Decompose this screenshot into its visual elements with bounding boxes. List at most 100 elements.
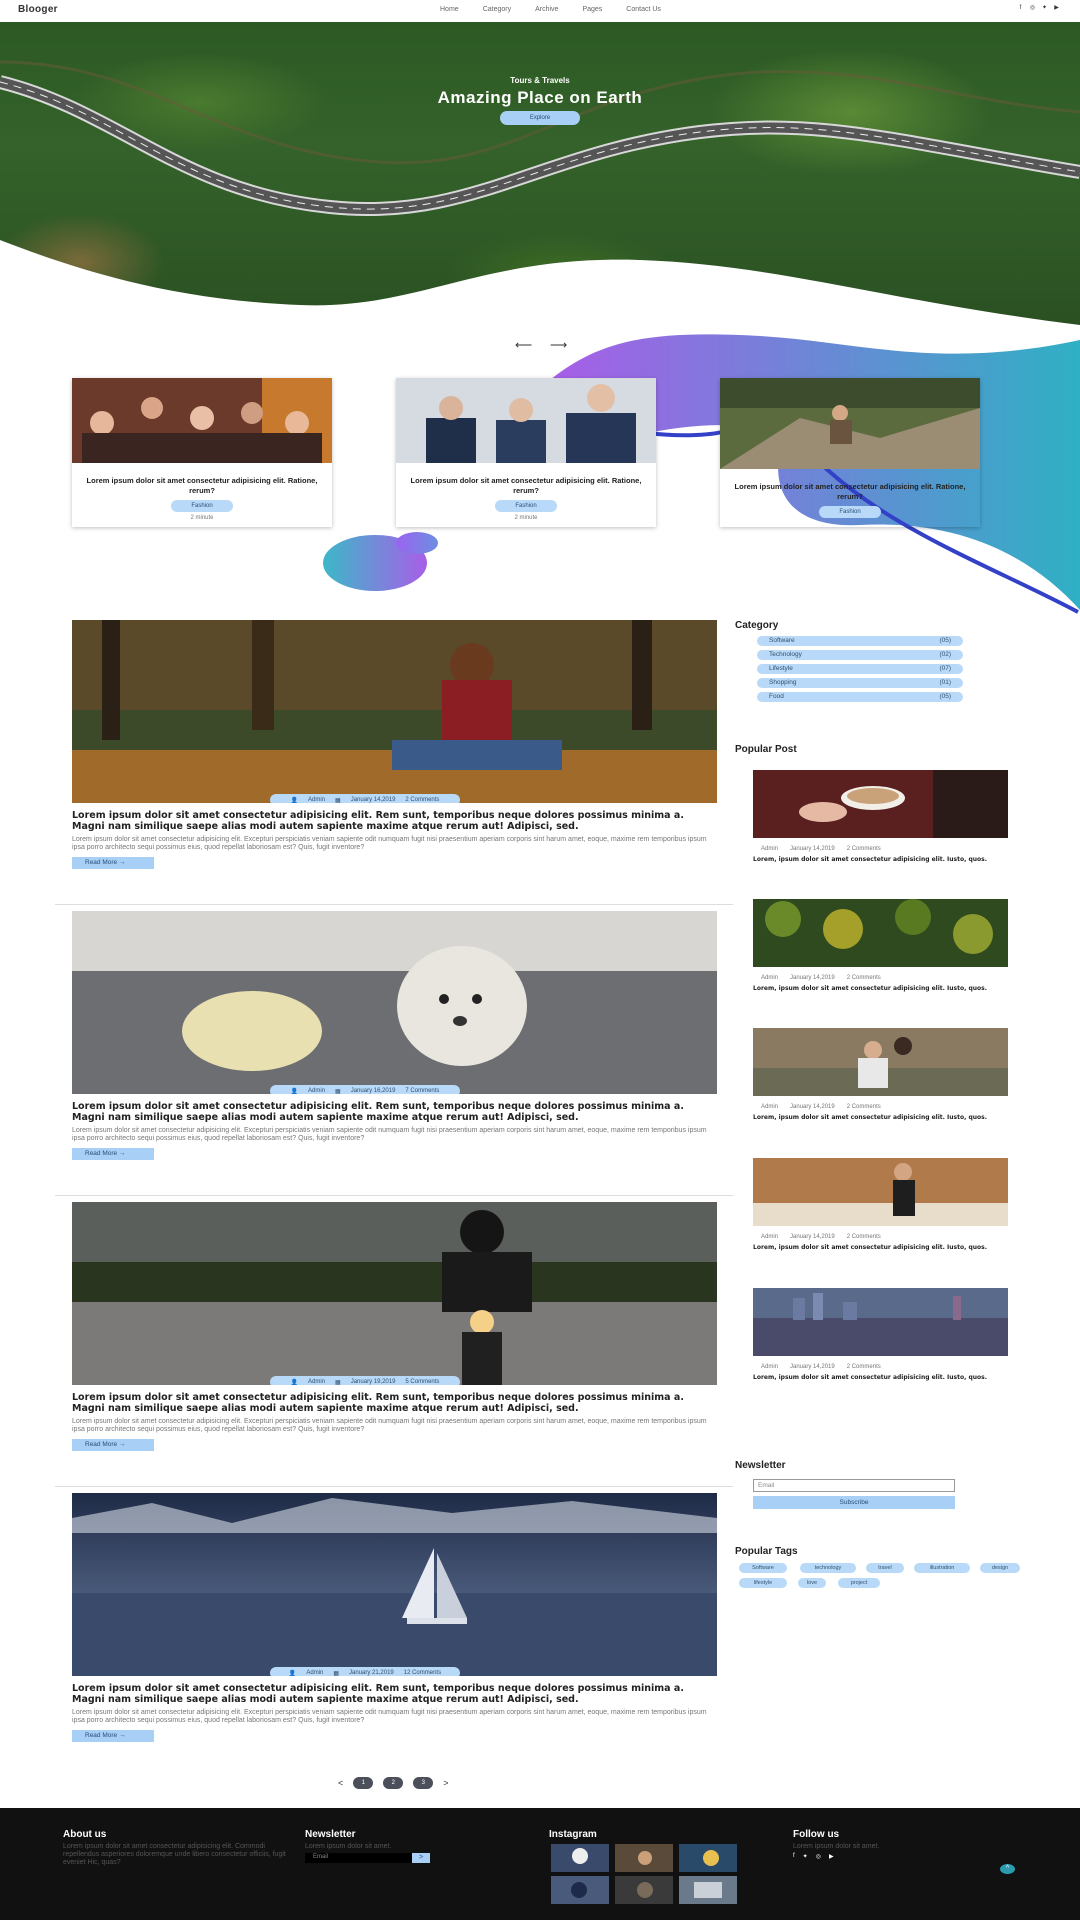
newsletter-heading: Newsletter bbox=[735, 1460, 786, 1471]
twitter-icon[interactable]: ✦ bbox=[803, 1853, 808, 1860]
read-more-button[interactable]: Read More → bbox=[72, 1730, 154, 1742]
featured-title[interactable]: Lorem ipsum dolor sit amet consectetur a… bbox=[396, 468, 656, 498]
tag-lifestyle[interactable]: lifestyle bbox=[739, 1578, 787, 1588]
featured-tag[interactable]: Fashion bbox=[495, 500, 557, 512]
pagination-page-1[interactable]: 1 bbox=[353, 1777, 374, 1789]
popular-post-title[interactable]: Lorem, ipsum dolor sit amet consectetur … bbox=[753, 985, 1008, 992]
tag-software[interactable]: Software bbox=[739, 1563, 787, 1573]
post-comments[interactable]: 7 Comments bbox=[405, 1088, 439, 1094]
tag-love[interactable]: love bbox=[798, 1578, 826, 1588]
post-excerpt: Lorem ipsum dolor sit amet consectetur a… bbox=[72, 1709, 707, 1724]
popular-author: Admin bbox=[761, 1364, 779, 1370]
instagram-thumb[interactable] bbox=[551, 1876, 609, 1904]
arrow-right-icon: → bbox=[118, 859, 126, 866]
facebook-icon[interactable]: f bbox=[793, 1853, 795, 1860]
post-title[interactable]: Lorem ipsum dolor sit amet consectetur a… bbox=[72, 810, 717, 832]
read-more-button[interactable]: Read More → bbox=[72, 1148, 154, 1160]
newsletter-email-input[interactable]: Email bbox=[753, 1479, 955, 1492]
menu-item-home[interactable]: Home bbox=[440, 6, 459, 13]
instagram-thumb[interactable] bbox=[679, 1844, 737, 1872]
post-author[interactable]: Admin bbox=[306, 1670, 323, 1676]
twitter-icon[interactable]: ✦ bbox=[1041, 5, 1048, 12]
instagram-icon[interactable]: ◎ bbox=[816, 1853, 821, 1860]
featured-tag[interactable]: Fashion bbox=[171, 500, 233, 512]
tag-design[interactable]: design bbox=[980, 1563, 1020, 1573]
category-item-food[interactable]: Food (05) bbox=[757, 692, 963, 702]
post-title[interactable]: Lorem ipsum dolor sit amet consectetur a… bbox=[72, 1683, 717, 1705]
category-name: Technology bbox=[769, 651, 802, 658]
category-heading: Category bbox=[735, 620, 779, 631]
post-comments[interactable]: 2 Comments bbox=[405, 797, 439, 803]
popular-post-title[interactable]: Lorem, ipsum dolor sit amet consectetur … bbox=[753, 856, 1008, 863]
popular-post-item[interactable]: Admin January 14,2019 2 Comments Lorem, ip… bbox=[753, 1288, 1008, 1381]
popular-date: January 14,2019 bbox=[790, 1234, 835, 1240]
popular-comments: 2 Comments bbox=[846, 1364, 881, 1370]
post-author[interactable]: Admin bbox=[308, 1379, 325, 1385]
popular-post-item[interactable]: Admin January 14,2019 2 Comments Lorem, ip… bbox=[753, 1028, 1008, 1121]
featured-card[interactable]: Lorem ipsum dolor sit amet consectetur a… bbox=[720, 378, 980, 527]
popular-post-title[interactable]: Lorem, ipsum dolor sit amet consectetur … bbox=[753, 1244, 1008, 1251]
tag-technology[interactable]: technology bbox=[800, 1563, 856, 1573]
featured-title[interactable]: Lorem ipsum dolor sit amet consectetur a… bbox=[720, 474, 980, 504]
category-count: (05) bbox=[939, 693, 951, 700]
post-title[interactable]: Lorem ipsum dolor sit amet consectetur a… bbox=[72, 1392, 717, 1414]
menu-item-category[interactable]: Category bbox=[483, 6, 511, 13]
post-comments[interactable]: 5 Comments bbox=[405, 1379, 439, 1385]
post-author[interactable]: Admin bbox=[308, 1088, 325, 1094]
popular-post-title[interactable]: Lorem, ipsum dolor sit amet consectetur … bbox=[753, 1374, 1008, 1381]
subscribe-button[interactable]: Subscribe bbox=[753, 1496, 955, 1509]
facebook-icon[interactable]: f bbox=[1017, 5, 1024, 12]
youtube-icon[interactable]: ▶ bbox=[829, 1853, 834, 1860]
carousel-prev-arrow[interactable]: ⟵ bbox=[515, 338, 532, 352]
popular-author: Admin bbox=[761, 1104, 779, 1110]
tag-illustration[interactable]: illustration bbox=[914, 1563, 970, 1573]
featured-card[interactable]: Lorem ipsum dolor sit amet consectetur a… bbox=[396, 378, 656, 527]
calendar-icon: ▦ bbox=[333, 1670, 340, 1677]
instagram-thumb[interactable] bbox=[615, 1844, 673, 1872]
menu-item-pages[interactable]: Pages bbox=[582, 6, 602, 13]
menu-item-contact[interactable]: Contact Us bbox=[626, 6, 661, 13]
post-author[interactable]: Admin bbox=[308, 797, 325, 803]
pagination-page-3[interactable]: 3 bbox=[413, 1777, 434, 1789]
featured-tag[interactable]: Fashion bbox=[819, 506, 881, 518]
menu-item-archive[interactable]: Archive bbox=[535, 6, 558, 13]
popular-post-item[interactable]: Admin January 14,2019 2 Comments Lorem, ip… bbox=[753, 899, 1008, 992]
popular-post-item[interactable]: Admin January 14,2019 2 Comments Lorem, ip… bbox=[753, 1158, 1008, 1251]
youtube-icon[interactable]: ▶ bbox=[1053, 5, 1060, 12]
instagram-thumb[interactable] bbox=[551, 1844, 609, 1872]
popular-post-title[interactable]: Lorem, ipsum dolor sit amet consectetur … bbox=[753, 1114, 1008, 1121]
post-image[interactable]: 👤 Admin ▦ January 14,2019 2 Comments bbox=[72, 620, 717, 803]
pagination-prev[interactable]: < bbox=[338, 1778, 343, 1788]
pagination-next[interactable]: > bbox=[443, 1778, 448, 1788]
site-logo[interactable]: Blooger bbox=[18, 4, 58, 15]
post-comments[interactable]: 12 Comments bbox=[404, 1670, 441, 1676]
instagram-thumb[interactable] bbox=[615, 1876, 673, 1904]
post-image[interactable]: 👤 Admin ▦ January 21,2019 12 Comments bbox=[72, 1493, 717, 1676]
category-item-technology[interactable]: Technology (02) bbox=[757, 650, 963, 660]
post-image[interactable]: 👤 Admin ▦ January 16,2019 7 Comments bbox=[72, 911, 717, 1094]
tag-travel[interactable]: travel bbox=[866, 1563, 904, 1573]
post-date: January 19,2019 bbox=[350, 1379, 396, 1385]
popular-comments: 2 Comments bbox=[846, 1234, 881, 1240]
category-item-shopping[interactable]: Shopping (01) bbox=[757, 678, 963, 688]
carousel-next-arrow[interactable]: ⟶ bbox=[550, 338, 567, 352]
read-more-button[interactable]: Read More → bbox=[72, 1439, 154, 1451]
popular-post-meta: Admin January 14,2019 2 Comments bbox=[753, 1104, 1008, 1110]
post-title[interactable]: Lorem ipsum dolor sit amet consectetur a… bbox=[72, 1101, 717, 1123]
post-image[interactable]: 👤 Admin ▦ January 19,2019 5 Comments bbox=[72, 1202, 717, 1385]
calendar-icon: ▦ bbox=[335, 797, 341, 804]
instagram-icon[interactable]: ◎ bbox=[1029, 5, 1036, 12]
instagram-thumb[interactable] bbox=[679, 1876, 737, 1904]
footer-email-input[interactable]: Email bbox=[305, 1853, 412, 1863]
read-more-button[interactable]: Read More → bbox=[72, 857, 154, 869]
pagination-page-2[interactable]: 2 bbox=[383, 1777, 404, 1789]
category-item-lifestyle[interactable]: Lifestyle (07) bbox=[757, 664, 963, 674]
featured-title[interactable]: Lorem ipsum dolor sit amet consectetur a… bbox=[72, 468, 332, 498]
popular-post-item[interactable]: Admin January 14,2019 2 Comments Lorem, ip… bbox=[753, 770, 1008, 863]
back-to-top-button[interactable]: ^ bbox=[1000, 1864, 1015, 1874]
popular-comments: 2 Comments bbox=[846, 975, 881, 981]
featured-card[interactable]: Lorem ipsum dolor sit amet consectetur a… bbox=[72, 378, 332, 527]
tag-project[interactable]: project bbox=[838, 1578, 880, 1588]
category-item-software[interactable]: Software (05) bbox=[757, 636, 963, 646]
footer-subscribe-button[interactable]: > bbox=[412, 1853, 430, 1863]
